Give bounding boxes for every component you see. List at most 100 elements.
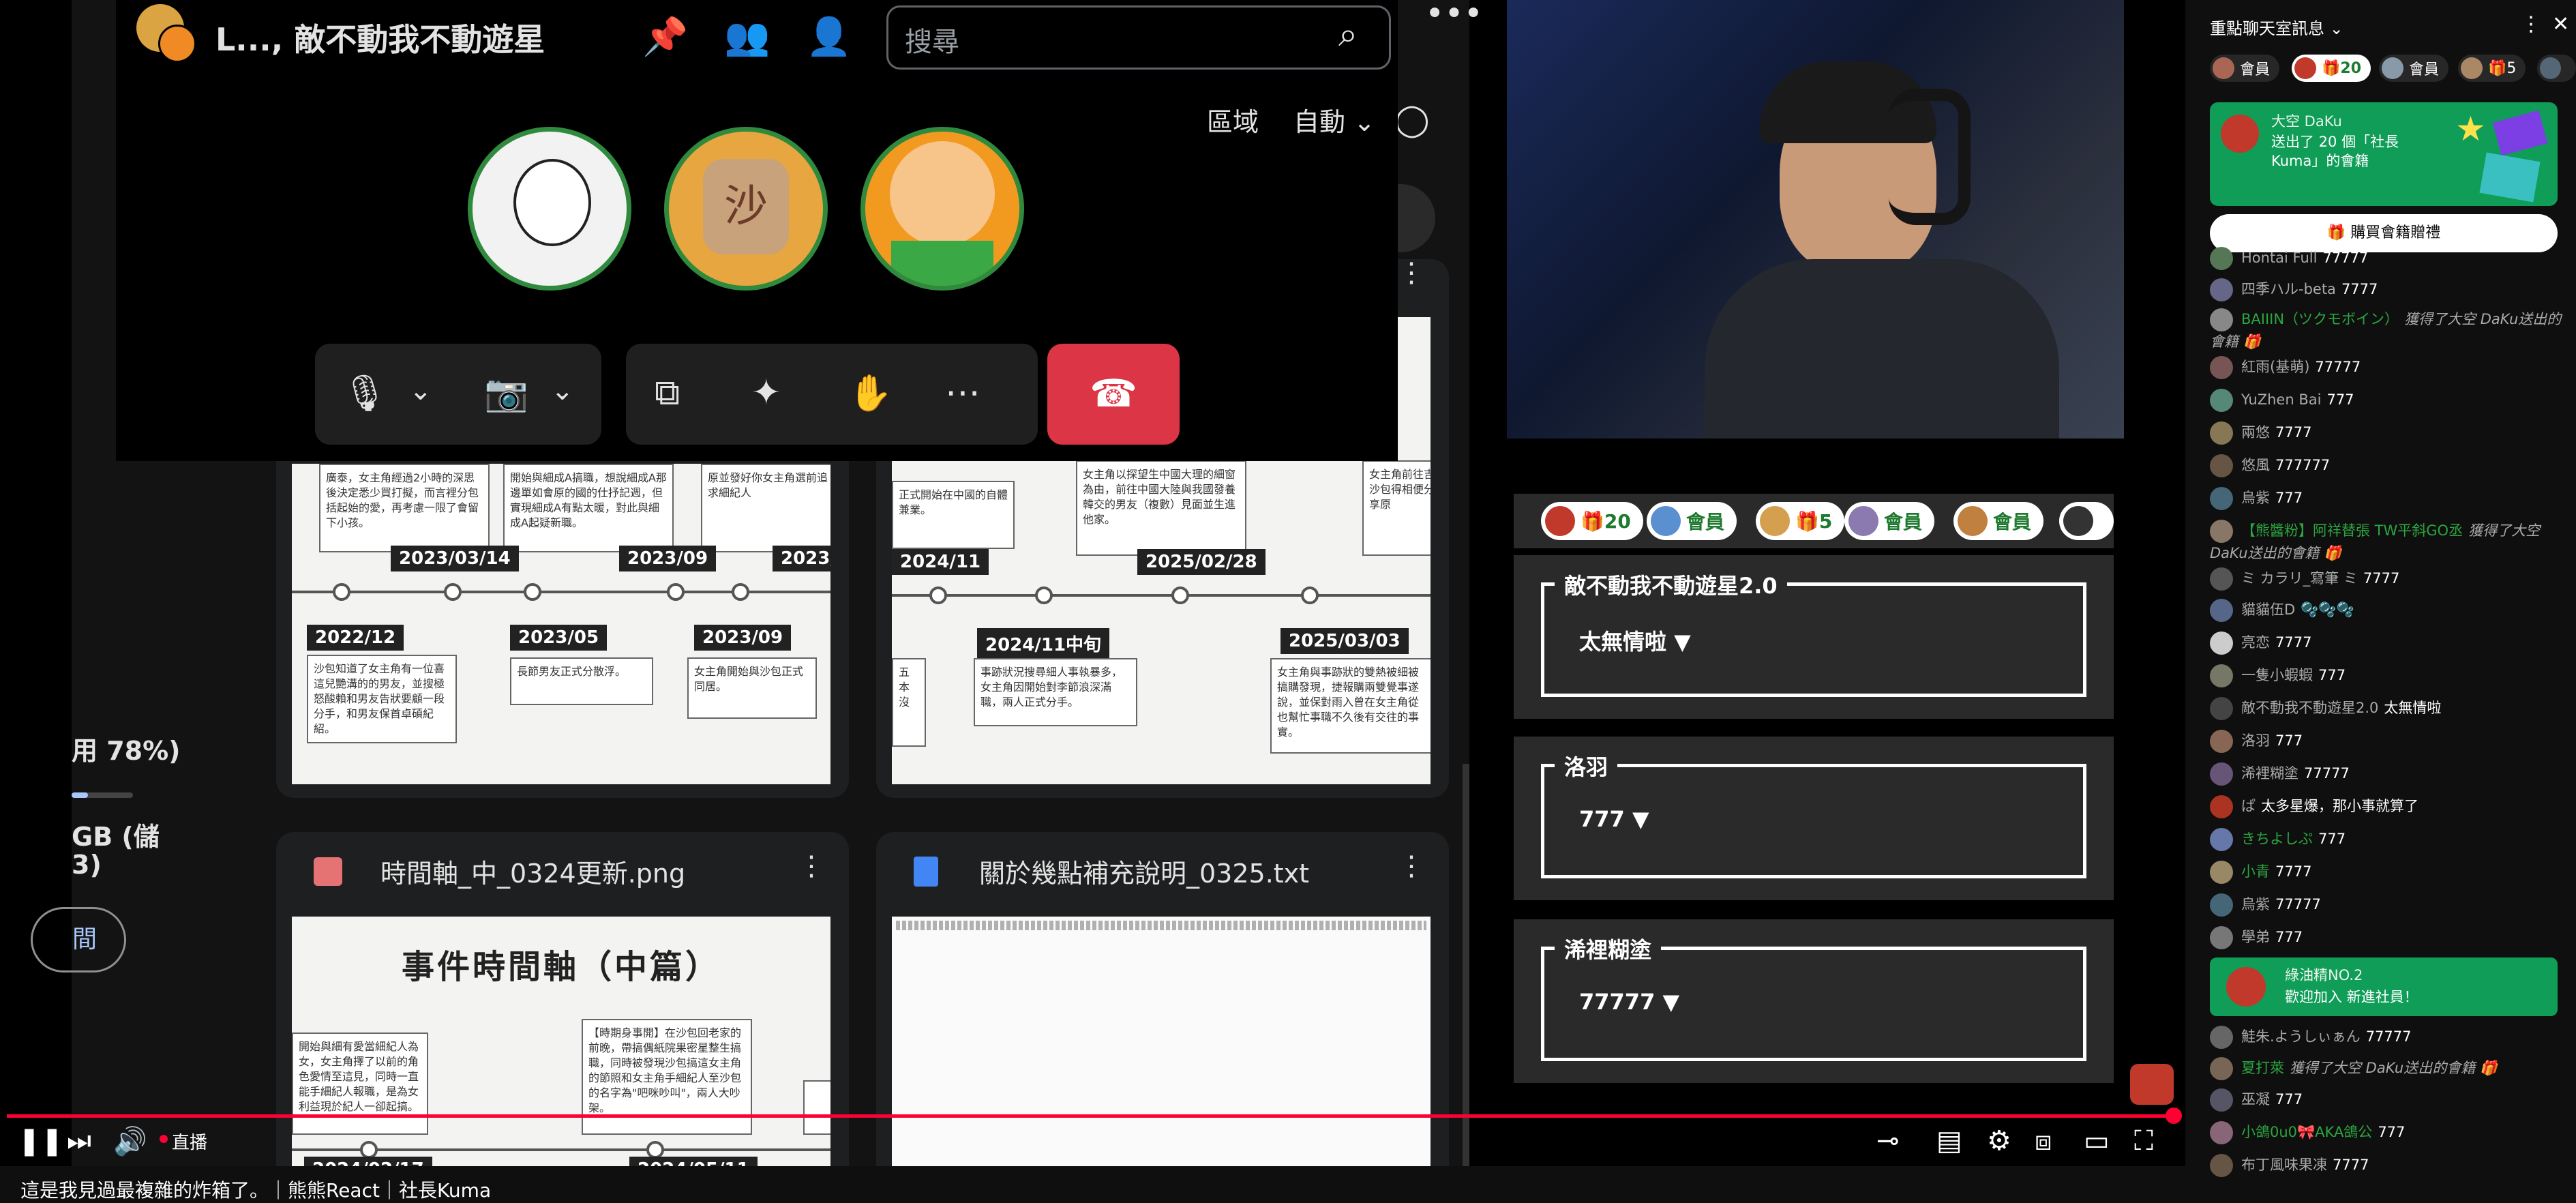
search-icon[interactable]: ⌕ bbox=[1338, 14, 1358, 55]
message-author[interactable]: 烏紫 bbox=[2241, 896, 2270, 912]
pin-icon[interactable]: 📌 bbox=[642, 15, 688, 59]
message-author[interactable]: ミ カラリ_寫筆 ミ bbox=[2241, 570, 2358, 586]
message-author[interactable]: 敵不動我不動遊星2.0 bbox=[2241, 700, 2378, 716]
people-icon[interactable]: 👤 bbox=[806, 15, 852, 59]
message-author[interactable]: 布丁風味果凍 bbox=[2241, 1157, 2327, 1173]
chat-message[interactable]: 洛羽 777 bbox=[2210, 730, 2564, 753]
chat-message[interactable]: 烏紫 77777 bbox=[2210, 893, 2564, 917]
chevron-down-icon[interactable]: ⌄ bbox=[409, 375, 432, 406]
chat-message[interactable]: 浠裡糊塗 77777 bbox=[2210, 762, 2564, 786]
chat-message[interactable]: 兩悠 7777 bbox=[2210, 421, 2564, 445]
message-author[interactable]: ぱ bbox=[2241, 798, 2256, 814]
chat-message[interactable]: きちよしぷ 777 bbox=[2210, 828, 2564, 851]
message-author[interactable]: 烏紫 bbox=[2241, 490, 2270, 506]
chat-message[interactable]: 小鴿0u0🎀AKA鴿公 777 bbox=[2210, 1121, 2564, 1144]
chat-message[interactable]: 鮭朱.ようしぃぁん 77777 bbox=[2210, 1026, 2564, 1049]
search-input[interactable]: 搜尋 ⌕ bbox=[886, 5, 1391, 70]
chat-close-icon[interactable]: ✕ bbox=[2552, 12, 2569, 36]
chat-message[interactable]: 紅雨(基萌) 77777 bbox=[2210, 356, 2564, 379]
ticker-chip[interactable]: 會員 bbox=[2379, 55, 2449, 82]
storage-button[interactable]: 間 bbox=[31, 907, 126, 972]
message-author[interactable]: 一隻小蝦蝦 bbox=[2241, 667, 2313, 683]
ticker-chip[interactable]: 🎁20 bbox=[2292, 55, 2371, 82]
hang-up-button[interactable]: ☎ bbox=[1047, 344, 1180, 445]
ticker-chip[interactable]: 會員 bbox=[2210, 55, 2280, 82]
message-author[interactable]: BAIIIN（ツクモボイン） bbox=[2241, 311, 2399, 327]
mic-icon[interactable]: 🎙 bbox=[342, 372, 387, 414]
message-author[interactable]: 悠風 bbox=[2241, 457, 2270, 473]
chat-message[interactable]: ぱ太多星爆，那小事就算了 bbox=[2210, 795, 2564, 818]
channel-watermark[interactable] bbox=[2130, 1064, 2174, 1105]
chat-message[interactable]: 悠風 777777 bbox=[2210, 454, 2564, 477]
participant-avatar-1[interactable] bbox=[468, 127, 631, 291]
pause-icon[interactable]: ❚❚ bbox=[18, 1125, 63, 1157]
camera-off-icon[interactable]: 📷 bbox=[484, 372, 528, 414]
message-author[interactable]: 夏打萊 bbox=[2241, 1060, 2284, 1076]
chat-message[interactable]: YuZhen Bai 777 bbox=[2210, 389, 2564, 412]
message-author[interactable]: 洛羽 bbox=[2241, 732, 2270, 749]
more-horiz-icon[interactable]: ••• bbox=[1425, 0, 1483, 33]
effects-icon[interactable]: ✦ bbox=[751, 372, 781, 413]
message-author[interactable]: 巫凝 bbox=[2241, 1091, 2270, 1108]
chat-message[interactable]: BAIIIN（ツクモボイン） 獲得了大空 DaKu送出的會籍 🎁 bbox=[2210, 308, 2564, 352]
message-author[interactable]: 亮恋 bbox=[2241, 634, 2270, 651]
chat-message[interactable]: 敵不動我不動遊星2.0 太無情啦 bbox=[2210, 697, 2564, 720]
message-author[interactable]: 小鴿0u0🎀AKA鴿公 bbox=[2241, 1124, 2372, 1140]
more-options-icon[interactable]: ⋯ bbox=[945, 372, 980, 413]
chat-message[interactable]: 小青 7777 bbox=[2210, 861, 2564, 884]
miniplayer-icon[interactable]: ⧈ bbox=[2035, 1125, 2052, 1157]
chat-message[interactable]: 學弟 777 bbox=[2210, 926, 2564, 949]
theater-mode-icon[interactable]: ▭ bbox=[2084, 1125, 2110, 1157]
message-author[interactable]: 鮭朱.ようしぃぁん bbox=[2241, 1028, 2361, 1045]
fullscreen-icon[interactable]: ⛶ bbox=[2134, 1125, 2153, 1157]
chat-message[interactable]: Hontai Full 77777 bbox=[2210, 247, 2564, 270]
autoplay-toggle[interactable]: ⊸ bbox=[1876, 1125, 1900, 1157]
message-author[interactable]: 浠裡糊塗 bbox=[2241, 765, 2298, 782]
chat-message[interactable]: 夏打萊 獲得了大空 DaKu送出的會籍 🎁 bbox=[2210, 1057, 2564, 1080]
chat-message[interactable]: 烏紫 777 bbox=[2210, 487, 2564, 510]
message-text: 77777 bbox=[2365, 1028, 2412, 1045]
message-author[interactable]: 【熊醬粉】阿祥替張 TW平斜GO丞 bbox=[2241, 522, 2463, 539]
chat-message[interactable]: 布丁風味果凍 7777 bbox=[2210, 1154, 2564, 1177]
chat-message[interactable]: ミ カラリ_寫筆 ミ 7777 bbox=[2210, 567, 2564, 591]
message-author[interactable]: Hontai Full bbox=[2241, 250, 2317, 266]
message-author[interactable]: 貓貓伍D bbox=[2241, 602, 2295, 618]
chat-message[interactable]: 一隻小蝦蝦 777 bbox=[2210, 664, 2564, 687]
add-people-icon[interactable]: 👥 bbox=[724, 15, 770, 59]
ticker-chip[interactable]: 🎁5 bbox=[2458, 55, 2526, 82]
chat-more-icon[interactable]: ⋮ bbox=[2521, 12, 2541, 36]
participant-avatar-3[interactable] bbox=[860, 127, 1024, 291]
chat-message[interactable]: 亮恋 7777 bbox=[2210, 632, 2564, 655]
chat-mode-select[interactable]: 重點聊天室訊息 ⌄ bbox=[2210, 15, 2343, 39]
progress-bar[interactable] bbox=[7, 1114, 2175, 1118]
more-vert-icon[interactable]: ⋮ bbox=[1398, 259, 1425, 286]
more-vert-icon[interactable]: ⋮ bbox=[1398, 852, 1425, 880]
chevron-down-icon[interactable]: ⌄ bbox=[551, 375, 574, 406]
chat-message[interactable]: 巫凝 777 bbox=[2210, 1088, 2564, 1112]
message-author[interactable]: きちよしぷ bbox=[2241, 831, 2313, 847]
ticker-chip[interactable] bbox=[2537, 55, 2576, 82]
settings-gear-icon[interactable]: ⚙ bbox=[1987, 1125, 2011, 1157]
chat-message[interactable]: 貓貓伍D 🫧🫧🫧 bbox=[2210, 599, 2564, 622]
next-icon[interactable]: ⏭ bbox=[67, 1125, 91, 1157]
chat-message[interactable]: 【熊醬粉】阿祥替張 TW平斜GO丞 獲得了大空 DaKu送出的會籍 🎁 bbox=[2210, 520, 2564, 563]
layout-select[interactable]: 自動 ⌄ bbox=[1293, 101, 1375, 138]
present-screen-icon[interactable]: ⧉ bbox=[655, 372, 680, 414]
message-author[interactable]: 紅雨(基萌) bbox=[2241, 359, 2309, 375]
participant-avatar-2[interactable]: 沙 bbox=[664, 127, 828, 291]
progress-scrubber[interactable] bbox=[2166, 1108, 2182, 1124]
video-player[interactable]: 用 78%) GB (儲 3) 間 ◯ 廣泰，女主角經過2小時的深思後決定悉少買… bbox=[0, 0, 2185, 1166]
message-author[interactable]: 兩悠 bbox=[2241, 424, 2270, 441]
message-author[interactable]: 四季ハル-beta bbox=[2241, 281, 2336, 297]
more-vert-icon[interactable]: ⋮ bbox=[798, 852, 825, 880]
message-author[interactable]: YuZhen Bai bbox=[2241, 391, 2321, 408]
message-author[interactable]: 小青 bbox=[2241, 863, 2270, 880]
chat-message[interactable]: 四季ハル-beta 7777 bbox=[2210, 278, 2564, 301]
reactions-icon[interactable]: ✋ bbox=[848, 372, 893, 414]
volume-icon[interactable]: 🔊 bbox=[113, 1125, 147, 1157]
message-author[interactable]: 學弟 bbox=[2241, 929, 2270, 945]
subtitles-icon[interactable]: ▤ bbox=[1936, 1125, 1962, 1157]
membership-gift-card[interactable]: 大空 DaKu 送出了 20 個「社長 Kuma」的會籍 ★ bbox=[2210, 102, 2558, 206]
live-label[interactable]: 直播 bbox=[172, 1129, 207, 1154]
drive-scrollbar[interactable] bbox=[1463, 764, 1469, 1166]
